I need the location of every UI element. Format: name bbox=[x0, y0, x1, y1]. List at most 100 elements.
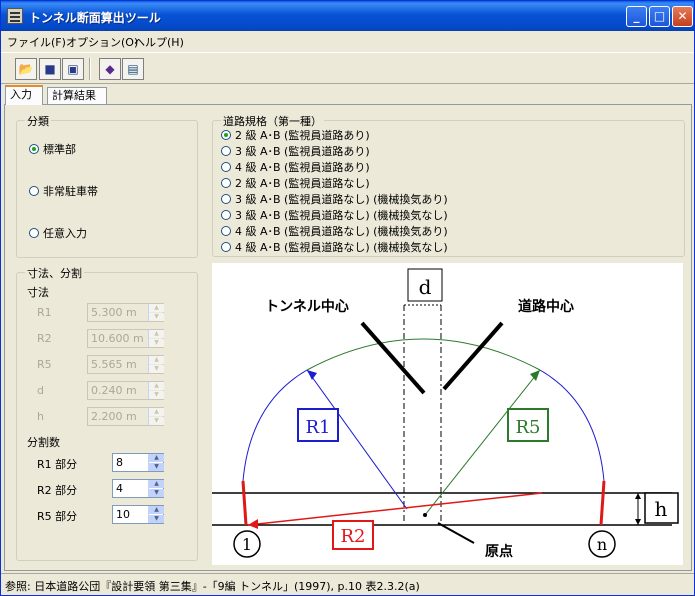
menu-file[interactable]: ファイル(F) bbox=[7, 34, 66, 50]
radio-custom[interactable]: 任意入力 bbox=[29, 225, 87, 241]
road-option-5[interactable]: 3 級 A･B (監視員道路なし) (機械換気なし) bbox=[221, 207, 448, 223]
r1-division-value: 8 bbox=[116, 456, 123, 469]
menu-options[interactable]: オプション(O) bbox=[66, 34, 138, 50]
radio-label: 3 級 A･B (監視員道路なし) (機械換気なし) bbox=[235, 209, 448, 222]
r5-spinner[interactable]: ▲ ▼ bbox=[148, 356, 164, 373]
close-icon: ✕ bbox=[677, 9, 688, 23]
radio-label: 2 級 A･B (監視員道路あり) bbox=[235, 129, 370, 142]
spin-down-icon[interactable]: ▼ bbox=[149, 417, 164, 425]
toolbar-separator bbox=[89, 58, 91, 80]
radio-label: 非常駐車帯 bbox=[43, 185, 98, 198]
r5-value: 5.565 m bbox=[91, 358, 137, 371]
spin-down-icon[interactable]: ▼ bbox=[149, 365, 164, 373]
radio-label: 標準部 bbox=[43, 143, 76, 156]
radio-dot bbox=[221, 162, 231, 172]
road-option-1[interactable]: 3 級 A･B (監視員道路あり) bbox=[221, 143, 370, 159]
radio-dot bbox=[29, 144, 39, 154]
spin-down-icon[interactable]: ▼ bbox=[149, 489, 164, 497]
r5-label: R5 bbox=[37, 358, 52, 371]
calculate-button[interactable]: ▤ bbox=[122, 58, 144, 80]
road-option-7[interactable]: 4 級 A･B (監視員道路なし) (機械換気なし) bbox=[221, 239, 448, 255]
radio-label: 3 級 A･B (監視員道路あり) bbox=[235, 145, 370, 158]
r5-arrowhead bbox=[530, 370, 540, 381]
d-spinner[interactable]: ▲ ▼ bbox=[148, 382, 164, 399]
r1-label-text: R1 bbox=[305, 417, 330, 438]
spin-up-icon[interactable]: ▲ bbox=[149, 506, 164, 514]
spin-down-icon[interactable]: ▼ bbox=[149, 339, 164, 347]
r5-division-input[interactable]: 10 ▲ ▼ bbox=[112, 505, 164, 524]
origin-label: 原点 bbox=[485, 543, 513, 560]
dimensions-group: 寸法、分割 寸法 R1 5.300 m ▲ ▼ R2 10.600 m ▲ ▼ R5 5… bbox=[16, 265, 198, 561]
h-spinner[interactable]: ▲ ▼ bbox=[148, 408, 164, 425]
status-text: 参照: 日本道路公団『設計要領 第三集』-「9編 トンネル」(1997), p.… bbox=[5, 580, 420, 593]
save-button[interactable]: ■ bbox=[39, 58, 61, 80]
origin-pointer bbox=[437, 522, 475, 544]
road-option-6[interactable]: 4 級 A･B (監視員道路なし) (機械換気あり) bbox=[221, 223, 448, 239]
r2-division-value: 4 bbox=[116, 482, 123, 495]
d-input[interactable]: 0.240 m ▲ ▼ bbox=[87, 381, 164, 400]
spin-down-icon[interactable]: ▼ bbox=[149, 313, 164, 321]
window-title: トンネル断面算出ツール bbox=[29, 11, 161, 25]
save-as-icon: ▣ bbox=[67, 62, 79, 76]
road-option-0[interactable]: 2 級 A･B (監視員道路あり) bbox=[221, 127, 370, 143]
classification-label: 分類 bbox=[25, 113, 51, 129]
r2-division-spinner[interactable]: ▲ ▼ bbox=[148, 480, 164, 497]
d-label-text: d bbox=[419, 275, 432, 299]
radio-label: 4 級 A･B (監視員道路なし) (機械換気なし) bbox=[235, 241, 448, 254]
r1-division-spinner[interactable]: ▲ ▼ bbox=[148, 454, 164, 471]
radio-dot bbox=[221, 194, 231, 204]
r1-input[interactable]: 5.300 m ▲ ▼ bbox=[87, 303, 164, 322]
spin-up-icon[interactable]: ▲ bbox=[149, 408, 164, 416]
r2-label-text: R2 bbox=[340, 526, 365, 547]
tunnel-diagram: d トンネル中心 道路中心 R1 R5 R2 h 原点 1 n bbox=[212, 263, 683, 565]
spin-up-icon[interactable]: ▲ bbox=[149, 356, 164, 364]
maximize-button[interactable]: □ bbox=[649, 6, 670, 27]
r2-division-input[interactable]: 4 ▲ ▼ bbox=[112, 479, 164, 498]
road-option-4[interactable]: 3 級 A･B (監視員道路なし) (機械換気あり) bbox=[221, 191, 448, 207]
r1-right-arc bbox=[539, 369, 605, 482]
tab-input[interactable]: 入力 bbox=[5, 85, 43, 105]
spin-down-icon[interactable]: ▼ bbox=[149, 391, 164, 399]
spin-up-icon[interactable]: ▲ bbox=[149, 480, 164, 488]
r2-arrowhead bbox=[248, 519, 258, 529]
radio-dot bbox=[221, 226, 231, 236]
r1-division-input[interactable]: 8 ▲ ▼ bbox=[112, 453, 164, 472]
spin-up-icon[interactable]: ▲ bbox=[149, 382, 164, 390]
radio-dot bbox=[221, 210, 231, 220]
r2-left-end bbox=[241, 480, 248, 526]
r5-division-label: R5 部分 bbox=[37, 510, 78, 523]
save-as-button[interactable]: ▣ bbox=[62, 58, 84, 80]
app-icon[interactable] bbox=[7, 8, 23, 24]
status-bar: 参照: 日本道路公団『設計要領 第三集』-「9編 トンネル」(1997), p.… bbox=[1, 573, 694, 595]
tab-results[interactable]: 計算結果 bbox=[47, 87, 107, 105]
r2-input[interactable]: 10.600 m ▲ ▼ bbox=[87, 329, 164, 348]
r5-division-value: 10 bbox=[116, 508, 130, 521]
spin-up-icon[interactable]: ▲ bbox=[149, 304, 164, 312]
spin-up-icon[interactable]: ▲ bbox=[149, 330, 164, 338]
save-icon: ■ bbox=[44, 62, 56, 76]
open-button[interactable]: 📂 bbox=[15, 58, 37, 80]
spin-down-icon[interactable]: ▼ bbox=[149, 463, 164, 471]
spin-up-icon[interactable]: ▲ bbox=[149, 454, 164, 462]
radio-emergency-parking[interactable]: 非常駐車帯 bbox=[29, 183, 98, 199]
radio-standard[interactable]: 標準部 bbox=[29, 141, 76, 157]
minimize-button[interactable]: _ bbox=[626, 6, 647, 27]
close-button[interactable]: ✕ bbox=[672, 6, 693, 27]
book-button[interactable]: ◆ bbox=[99, 58, 121, 80]
road-option-3[interactable]: 2 級 A･B (監視員道路なし) bbox=[221, 175, 370, 191]
r5-input[interactable]: 5.565 m ▲ ▼ bbox=[87, 355, 164, 374]
radio-label: 4 級 A･B (監視員道路なし) (機械換気あり) bbox=[235, 225, 448, 238]
spin-down-icon[interactable]: ▼ bbox=[149, 515, 164, 523]
road-option-2[interactable]: 4 級 A･B (監視員道路あり) bbox=[221, 159, 370, 175]
h-input[interactable]: 2.200 m ▲ ▼ bbox=[87, 407, 164, 426]
origin-point bbox=[423, 513, 427, 517]
r5-division-spinner[interactable]: ▲ ▼ bbox=[148, 506, 164, 523]
main-window: トンネル断面算出ツール _ □ ✕ ファイル(F) オプション(O) ヘルプ(H… bbox=[0, 0, 695, 596]
radio-dot bbox=[221, 130, 231, 140]
title-bar[interactable]: トンネル断面算出ツール _ □ ✕ bbox=[1, 1, 694, 31]
tab-strip: 入力 計算結果 bbox=[1, 85, 694, 105]
r1-spinner[interactable]: ▲ ▼ bbox=[148, 304, 164, 321]
radio-label: 4 級 A･B (監視員道路あり) bbox=[235, 161, 370, 174]
menu-help[interactable]: ヘルプ(H) bbox=[134, 34, 184, 50]
r2-spinner[interactable]: ▲ ▼ bbox=[148, 330, 164, 347]
